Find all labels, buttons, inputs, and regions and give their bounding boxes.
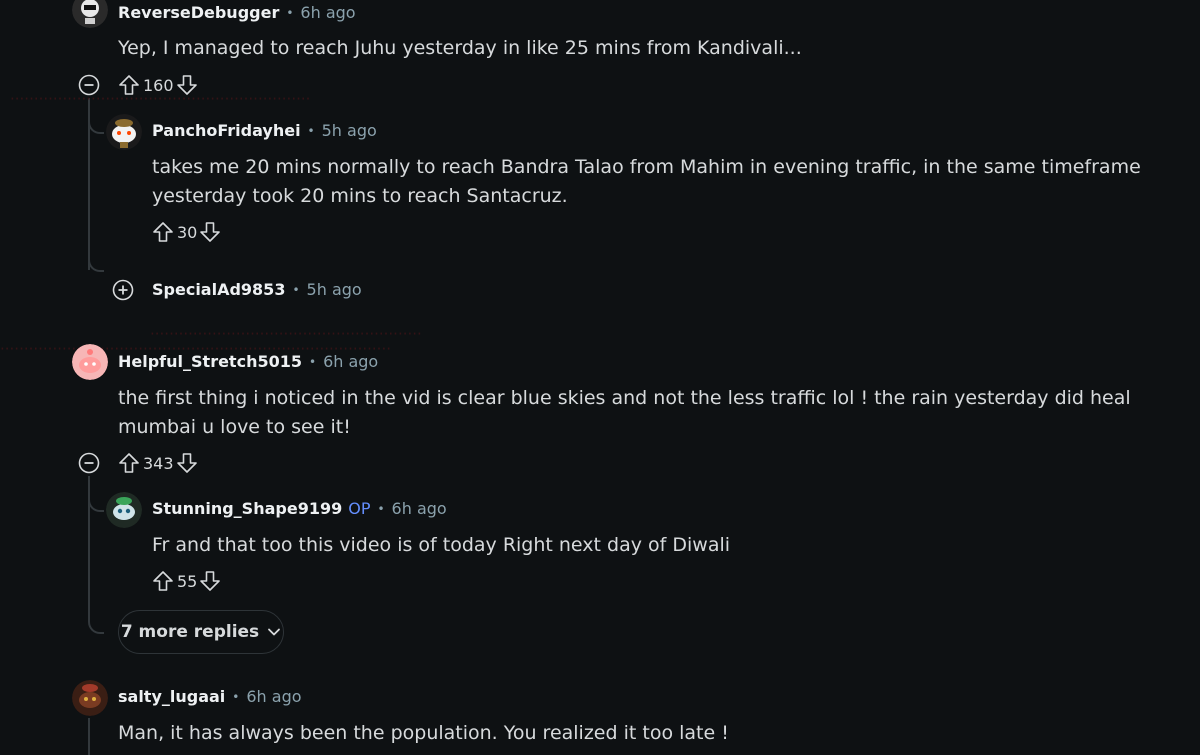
op-badge: OP xyxy=(348,499,371,518)
thread-curve xyxy=(88,112,104,134)
score: 30 xyxy=(177,222,198,242)
username[interactable]: PanchoFridayhei xyxy=(152,121,301,140)
separator-dot: • xyxy=(308,354,317,369)
comment-body: Yep, I managed to reach Juhu yesterday i… xyxy=(118,37,802,59)
thread-line xyxy=(88,718,90,755)
avatar[interactable] xyxy=(106,492,142,528)
username[interactable]: ReverseDebugger xyxy=(118,3,279,22)
comment-body: Fr and that too this video is of today R… xyxy=(152,534,731,556)
upvote-icon[interactable] xyxy=(152,570,174,592)
thread-curve xyxy=(88,490,104,512)
downvote-icon[interactable] xyxy=(176,452,198,474)
avatar[interactable] xyxy=(72,680,108,716)
username[interactable]: Stunning_Shape9199 xyxy=(152,499,342,518)
vote-bar: 343 xyxy=(118,449,198,477)
username[interactable]: salty_lugaai xyxy=(118,687,225,706)
expand-thread-icon[interactable] xyxy=(112,279,134,301)
more-replies-label: 7 more replies xyxy=(120,622,260,642)
chevron-down-icon xyxy=(268,628,281,636)
separator-dot: • xyxy=(292,282,300,297)
upvote-icon[interactable] xyxy=(118,452,140,474)
timestamp[interactable]: 6h ago xyxy=(246,687,301,706)
downvote-icon[interactable] xyxy=(199,570,221,592)
thread-curve xyxy=(88,600,104,634)
timestamp[interactable]: 6h ago xyxy=(392,499,447,518)
timestamp[interactable]: 6h ago xyxy=(300,3,355,22)
comment-meta: PanchoFridayhei • 5h ago xyxy=(152,121,377,140)
thread-curve xyxy=(88,250,104,272)
score: 343 xyxy=(143,453,174,473)
username[interactable]: Helpful_Stretch5015 xyxy=(118,352,302,371)
comment-meta: SpecialAd9853 • 5h ago xyxy=(152,280,362,299)
comment-meta: Helpful_Stretch5015 • 6h ago xyxy=(118,352,378,371)
comment-meta: ReverseDebugger • 6h ago xyxy=(118,3,356,22)
avatar[interactable] xyxy=(106,114,142,150)
timestamp[interactable]: 5h ago xyxy=(322,121,377,140)
upvote-icon[interactable] xyxy=(152,221,174,243)
comment-body: the first thing i noticed in the vid is … xyxy=(118,387,1131,438)
timestamp[interactable]: 5h ago xyxy=(307,280,362,299)
comment-body: Man, it has always been the population. … xyxy=(118,722,729,744)
comment-meta: salty_lugaai • 6h ago xyxy=(118,687,302,706)
background-artifact: ········································… xyxy=(10,90,311,108)
separator-dot: • xyxy=(232,689,240,704)
comment-body: takes me 20 mins normally to reach Bandr… xyxy=(152,156,1141,207)
timestamp[interactable]: 6h ago xyxy=(323,352,378,371)
username[interactable]: SpecialAd9853 xyxy=(152,280,285,299)
separator-dot: • xyxy=(377,501,385,516)
comment-meta: Stunning_Shape9199 OP • 6h ago xyxy=(152,499,447,518)
vote-bar: 55 xyxy=(152,567,221,595)
avatar[interactable] xyxy=(72,344,108,380)
separator-dot: • xyxy=(307,123,315,138)
downvote-icon[interactable] xyxy=(199,221,221,243)
avatar[interactable] xyxy=(72,0,108,28)
more-replies-button[interactable]: 7 more replies xyxy=(118,610,284,654)
separator-dot: • xyxy=(286,5,294,20)
collapse-thread-icon[interactable] xyxy=(78,452,100,474)
vote-bar: 30 xyxy=(152,218,221,246)
score: 55 xyxy=(177,571,198,591)
